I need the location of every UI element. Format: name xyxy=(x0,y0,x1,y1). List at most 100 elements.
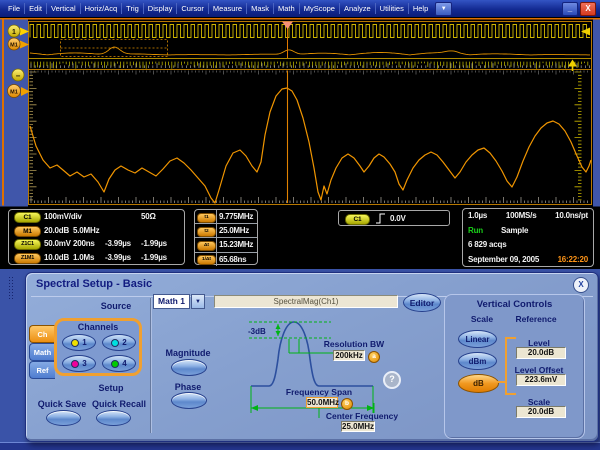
menu-item-mask[interactable]: Mask xyxy=(247,3,274,14)
waveform-display: 1 M1 − M1 xyxy=(0,17,600,207)
ch4-radio-label: 4 xyxy=(122,359,126,368)
svg-text:−: − xyxy=(16,72,21,81)
resolution-bw-value[interactable]: 200kHz xyxy=(333,350,365,361)
svg-text:M1: M1 xyxy=(10,43,18,49)
acq-mode: Sample xyxy=(501,226,528,235)
quick-save-button[interactable] xyxy=(46,410,81,426)
z1m1-scale: 10.0dB xyxy=(44,253,69,262)
minus-3db-label: -3dB xyxy=(248,327,266,336)
c1-scale: 100mV/div xyxy=(44,212,82,221)
quick-recall-label: Quick Recall xyxy=(88,399,150,409)
m1-readout-row: M1 20.0dB 5.0MHz xyxy=(9,224,184,238)
level-value[interactable]: 20.0dB xyxy=(516,347,566,359)
desktop-grip xyxy=(8,276,14,300)
scale-value[interactable]: 20.0dB xyxy=(516,406,566,418)
level-offset-value[interactable]: 223.6mV xyxy=(516,374,566,386)
trigger-source-badge: C1 xyxy=(345,214,370,225)
math-selector-dropdown-button[interactable]: ▼ xyxy=(191,294,205,309)
center-frequency-value[interactable]: 25.0MHz xyxy=(341,421,375,432)
z1c1-pos2: -1.99µs xyxy=(141,239,167,248)
tab-ref[interactable]: Ref xyxy=(29,361,55,379)
ch2-radio-label: 2 xyxy=(122,338,126,347)
math-expression-field[interactable]: SpectralMag(Ch1) xyxy=(214,295,398,308)
frequency-span-label: Frequency Span xyxy=(281,387,357,397)
menu-overflow-button[interactable]: ▼ xyxy=(435,2,452,16)
section-divider xyxy=(150,298,152,433)
menu-item-analyze[interactable]: Analyze xyxy=(340,3,376,14)
ch4-color-dot-icon xyxy=(111,360,119,368)
spectral-setup-dialog: Spectral Setup - Basic X Source Ch Math … xyxy=(25,272,599,442)
t2-badge: t2 xyxy=(197,227,216,237)
c1-termination: 50Ω xyxy=(141,212,156,221)
db-button[interactable]: dB xyxy=(458,374,499,393)
tekscope-screen: File Edit Vertical Horiz/Acq Trig Displa… xyxy=(0,0,600,450)
menu-item-vertical[interactable]: Vertical xyxy=(47,3,81,14)
db-link-bracket xyxy=(505,337,507,395)
menu-item-measure[interactable]: Measure xyxy=(209,3,247,14)
clock: 16:22:20 xyxy=(558,255,588,264)
cursor-readouts: t1 9.775MHz t2 25.0MHz Δt 15.23MHz 1/Δt … xyxy=(194,209,258,265)
phase-button[interactable] xyxy=(171,392,207,409)
t2-value: 25.0MHz xyxy=(216,224,257,237)
timebase: 1.0µs xyxy=(468,211,487,220)
quick-save-label: Quick Save xyxy=(31,399,93,409)
math-selector[interactable]: Math 1 xyxy=(153,294,190,309)
menu-item-trig[interactable]: Trig xyxy=(122,3,144,14)
help-icon[interactable]: ? xyxy=(383,371,401,389)
channel-4-radio[interactable]: 4 xyxy=(102,355,136,372)
vertical-controls-panel: Vertical Controls Scale Reference Linear… xyxy=(444,294,585,439)
ch1-color-dot-icon xyxy=(71,339,79,347)
t1-value: 9.775MHz xyxy=(216,210,257,223)
quick-recall-button[interactable] xyxy=(96,410,131,426)
dialog-title: Spectral Setup - Basic xyxy=(36,278,152,290)
setup-label: Setup xyxy=(61,383,161,393)
menu-item-horiz-acq[interactable]: Horiz/Acq xyxy=(81,3,123,14)
menu-item-display[interactable]: Display xyxy=(144,3,178,14)
menu-item-help[interactable]: Help xyxy=(409,3,432,14)
cursor-delta-t-row: Δt 15.23MHz xyxy=(195,238,257,252)
z1c1-readout-row: Z1C1 50.0mV 200ns -3.99µs -1.99µs xyxy=(9,237,184,251)
ch3-color-dot-icon xyxy=(71,360,79,368)
dbm-button[interactable]: dBm xyxy=(458,352,497,370)
close-button[interactable]: X xyxy=(580,2,596,16)
menu-item-math[interactable]: Math xyxy=(274,3,300,14)
m1-scale: 20.0dB xyxy=(44,226,69,235)
menu-item-utilities[interactable]: Utilities xyxy=(376,3,409,14)
channel1-square-wave-trace xyxy=(30,25,590,38)
z1m1-time: 1.0Ms xyxy=(73,253,94,262)
editor-button[interactable]: Editor xyxy=(403,293,441,312)
inv-delta-t-row: 1/Δt 65.68ns xyxy=(195,253,257,266)
zoom-collapse-button[interactable]: − xyxy=(12,69,24,81)
channel-2-radio[interactable]: 2 xyxy=(102,334,136,351)
magnitude-button[interactable] xyxy=(171,359,207,376)
z1m1-readout-row: Z1M1 10.0dB 1.0Ms -3.99µs -1.99µs xyxy=(9,251,184,265)
inv-delta-t-badge: 1/Δt xyxy=(197,255,216,265)
readout-bar: C1 100mV/div 50Ω M1 20.0dB 5.0MHz Z1C1 5… xyxy=(0,207,600,269)
t1-badge: t1 xyxy=(197,213,216,223)
menu-item-edit[interactable]: Edit xyxy=(25,3,47,14)
vertical-controls-title: Vertical Controls xyxy=(445,299,584,310)
run-state: Run xyxy=(468,226,483,235)
channel-3-radio[interactable]: 3 xyxy=(62,355,96,372)
resolution: 10.0ns/pt xyxy=(555,211,588,220)
svg-text:M1: M1 xyxy=(10,90,18,96)
z1c1-time: 200ns xyxy=(73,239,95,248)
source-label: Source xyxy=(66,301,166,311)
reference-column-label: Reference xyxy=(507,314,565,324)
tab-ch[interactable]: Ch xyxy=(29,325,55,343)
menu-item-file[interactable]: File xyxy=(4,3,25,14)
linear-button[interactable]: Linear xyxy=(458,330,497,348)
dialog-close-button[interactable]: X xyxy=(573,277,589,293)
minimize-button[interactable]: _ xyxy=(562,2,578,16)
menu-item-myscope[interactable]: MyScope xyxy=(300,3,340,14)
frequency-span-value[interactable]: 50.0MHz xyxy=(306,397,338,408)
menu-item-cursor[interactable]: Cursor xyxy=(177,3,209,14)
ch3-radio-label: 3 xyxy=(82,359,86,368)
channel-1-radio[interactable]: 1 xyxy=(62,334,96,351)
date: September 09, 2005 xyxy=(468,255,539,264)
c1-badge: C1 xyxy=(14,212,41,223)
tab-math[interactable]: Math xyxy=(29,343,55,361)
channels-group: Channels 1 2 3 4 xyxy=(54,318,142,376)
bottom-strip xyxy=(0,442,600,450)
resolution-bw-label: Resolution BW xyxy=(319,339,389,349)
